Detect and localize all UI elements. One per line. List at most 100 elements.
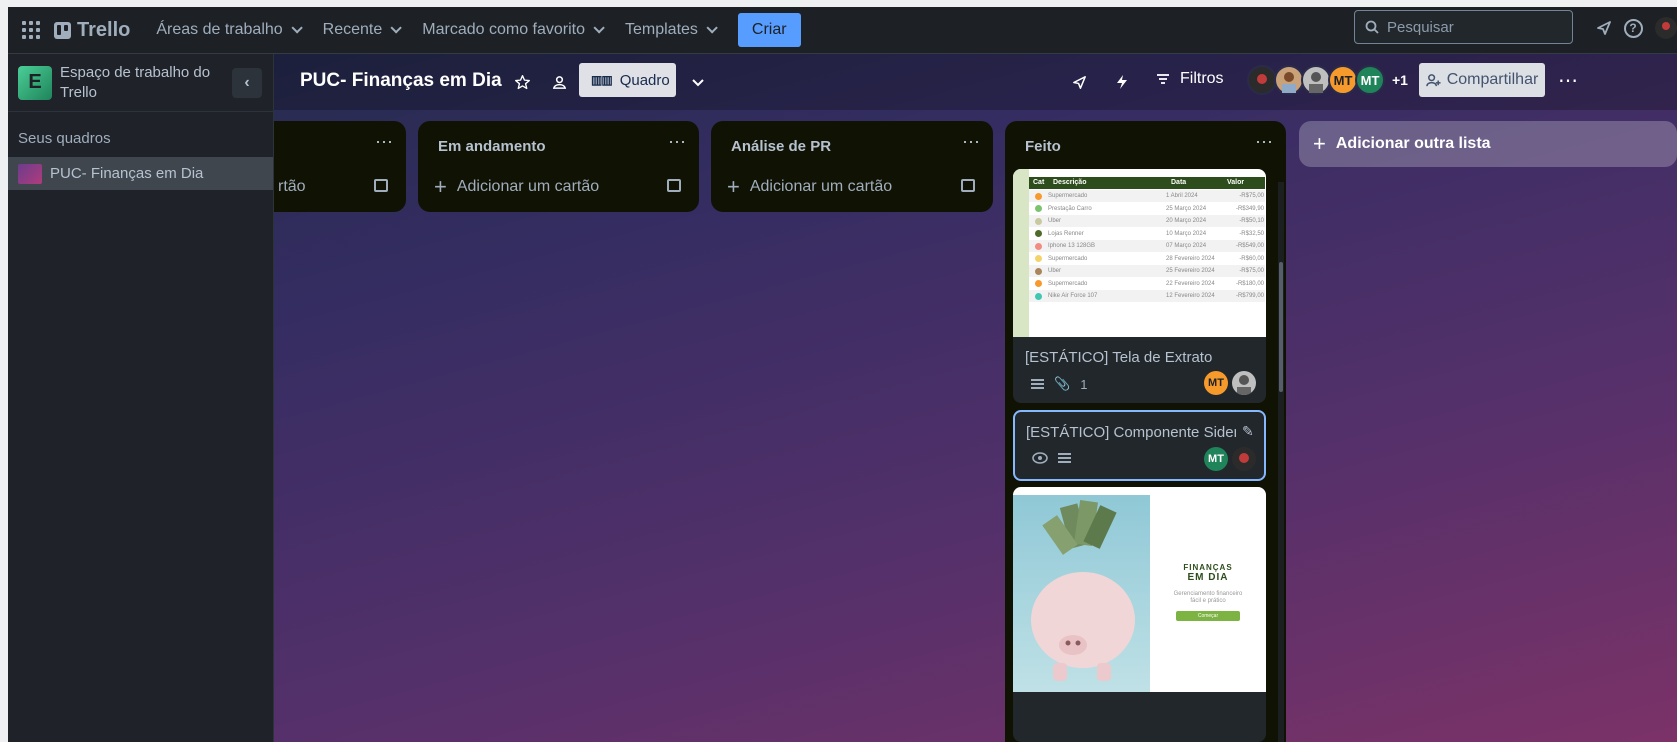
card-template-icon[interactable]: [961, 179, 975, 192]
trello-window: Trello Áreas de trabalho Recente Marcado…: [8, 7, 1677, 742]
share-label: Compartilhar: [1446, 71, 1539, 88]
filters-label: Filtros: [1180, 70, 1224, 87]
cover-title-line1: FINANÇAS: [1183, 563, 1233, 572]
visibility-icon[interactable]: [546, 69, 572, 95]
collapse-sidebar-button[interactable]: ‹: [232, 68, 262, 98]
member-avatar[interactable]: MT: [1328, 65, 1358, 95]
sheet-row: Iphone 13 128GB 07 Março 2024 -R$549,00: [1029, 240, 1265, 252]
top-bar: Trello Áreas de trabalho Recente Marcado…: [8, 7, 1677, 54]
sheet-cell-date: 25 Fevereiro 2024: [1166, 268, 1215, 274]
list-title[interactable]: Em andamento: [438, 138, 546, 155]
card-cover-image: Cat Descrição Data Valor Supermercado 1 A…: [1013, 169, 1266, 337]
sheet-cell-date: 22 Fevereiro 2024: [1166, 280, 1215, 287]
sheet-row: Prestação Carro 25 Março 2024 -R$349,90: [1029, 202, 1265, 215]
sheet-cell-value: -R$32,50: [1239, 230, 1264, 237]
member-avatar[interactable]: [1247, 65, 1277, 95]
nav-workspaces[interactable]: Áreas de trabalho: [144, 13, 310, 47]
add-card-button[interactable]: + Adicionar um cartão: [434, 174, 599, 199]
workspace-avatar[interactable]: E: [18, 65, 52, 100]
member-avatar[interactable]: [1301, 65, 1331, 95]
create-button[interactable]: Criar: [737, 13, 801, 47]
profile-avatar[interactable]: [1655, 17, 1677, 39]
automation-icon[interactable]: [1109, 69, 1135, 95]
chevron-down-icon[interactable]: [685, 69, 711, 95]
filters-button[interactable]: Filtros: [1156, 70, 1224, 88]
more-options-icon[interactable]: ⋯: [1558, 68, 1578, 93]
card-template-icon[interactable]: [667, 179, 681, 192]
members-more-count[interactable]: +1: [1392, 72, 1408, 88]
add-list-button[interactable]: + Adicionar outra lista: [1299, 121, 1677, 167]
notifications-icon[interactable]: [1593, 17, 1615, 39]
list-em-andamento: Em andamento ⋯ + Adicionar um cartão: [418, 121, 699, 212]
list-title[interactable]: Feito: [1025, 138, 1061, 155]
help-icon[interactable]: ?: [1622, 17, 1644, 39]
nav-starred[interactable]: Marcado como favorito: [410, 13, 613, 47]
plus-icon: +: [727, 174, 740, 199]
sheet-cell-description: Iphone 13 128GB: [1048, 243, 1096, 249]
power-ups-icon[interactable]: [1066, 69, 1092, 95]
category-dot: [1035, 217, 1042, 225]
sheet-row: Uber 25 Fevereiro 2024 -R$75,00: [1029, 265, 1265, 277]
sheet-header: Cat Descrição Data Valor: [1029, 177, 1265, 189]
card-member-avatar[interactable]: [1232, 371, 1256, 395]
card-tela-inicial[interactable]: FINANÇAS EM DIA Gerenciamento financeiro…: [1013, 487, 1266, 742]
trello-logo-icon: [54, 21, 71, 39]
member-avatar[interactable]: [1274, 65, 1304, 95]
list-menu-icon[interactable]: ⋯: [1255, 132, 1274, 153]
search-input[interactable]: Pesquisar: [1354, 10, 1573, 44]
category-dot: [1035, 280, 1042, 287]
trello-logo[interactable]: Trello: [54, 19, 130, 42]
sheet-cell-description: Prestação Carro: [1048, 205, 1092, 212]
nav-templates-label: Templates: [625, 21, 698, 38]
card-tela-de-extrato[interactable]: Cat Descrição Data Valor Supermercado 1 A…: [1013, 169, 1266, 403]
nav-starred-label: Marcado como favorito: [422, 21, 585, 38]
card-componente-sidemenu[interactable]: [ESTÁTICO] Componente Sideme ✎ MT: [1013, 410, 1266, 481]
star-icon[interactable]: [509, 69, 535, 95]
sheet-cell-value: -R$75,00: [1239, 268, 1264, 274]
card-template-icon[interactable]: [374, 179, 388, 192]
board-view-icon: ▥▥: [591, 73, 613, 87]
board-title[interactable]: PUC- Finanças em Dia: [300, 70, 502, 92]
add-card-button[interactable]: rtão: [278, 178, 306, 196]
sheet-cell-value: -R$75,00: [1239, 193, 1264, 199]
add-card-label: Adicionar um cartão: [749, 178, 893, 195]
list-menu-icon[interactable]: ⋯: [962, 132, 981, 153]
workspace-name[interactable]: Espaço de trabalho do Trello: [60, 63, 220, 103]
add-card-button[interactable]: + Adicionar um cartão: [727, 174, 893, 199]
filter-icon: [1157, 74, 1169, 84]
card-member-avatar[interactable]: MT: [1204, 447, 1228, 471]
boards-section-title: Seus quadros: [18, 130, 111, 147]
sheet-cell-value: -R$50,10: [1239, 218, 1264, 224]
search-icon: [1365, 20, 1379, 34]
plus-icon: +: [434, 174, 447, 199]
nav-recent[interactable]: Recente: [311, 13, 411, 47]
sheet-cell-description: Nike Air Force 107: [1048, 293, 1098, 299]
workspace-sidebar: E Espaço de trabalho do Trello ‹ Seus qu…: [8, 54, 274, 742]
card-member-avatar[interactable]: MT: [1204, 371, 1228, 395]
member-avatar[interactable]: MT: [1355, 65, 1385, 95]
list-title[interactable]: Análise de PR: [731, 138, 831, 155]
category-dot: [1035, 230, 1042, 237]
chevron-down-icon: [291, 22, 303, 34]
nav-templates[interactable]: Templates: [613, 13, 726, 47]
sheet-row: Supermercado 1 Abril 2024 -R$75,00: [1029, 190, 1265, 202]
search-placeholder: Pesquisar: [1387, 18, 1454, 36]
card-member-avatar[interactable]: [1232, 447, 1256, 471]
sheet-cell-date: 12 Fevereiro 2024: [1166, 293, 1215, 299]
sidebar-board-item[interactable]: PUC- Finanças em Dia: [8, 157, 273, 190]
sheet-cell-description: Supermercado: [1048, 193, 1088, 199]
sheet-cell-value: -R$549,00: [1235, 243, 1264, 249]
share-button[interactable]: Compartilhar: [1419, 63, 1545, 97]
sheet-header-cell: Data: [1171, 179, 1187, 186]
list-menu-icon[interactable]: ⋯: [375, 132, 394, 153]
workspace-header: E Espaço de trabalho do Trello ‹: [8, 54, 273, 112]
app-switcher-icon[interactable]: [22, 21, 40, 39]
list-menu-icon[interactable]: ⋯: [668, 132, 687, 153]
view-switcher-button[interactable]: ▥▥ Quadro: [579, 63, 676, 97]
cover-app-panel: FINANÇAS EM DIA Gerenciamento financeiro…: [1150, 495, 1266, 692]
edit-icon[interactable]: ✎: [1242, 423, 1254, 440]
list-scrollbar-thumb[interactable]: [1279, 262, 1283, 392]
nav-workspaces-label: Áreas de trabalho: [156, 21, 283, 38]
board-header: PUC- Finanças em Dia ▥▥ Quadro Filtros M…: [274, 54, 1677, 110]
sheet-cell-date: 10 Março 2024: [1166, 230, 1207, 237]
